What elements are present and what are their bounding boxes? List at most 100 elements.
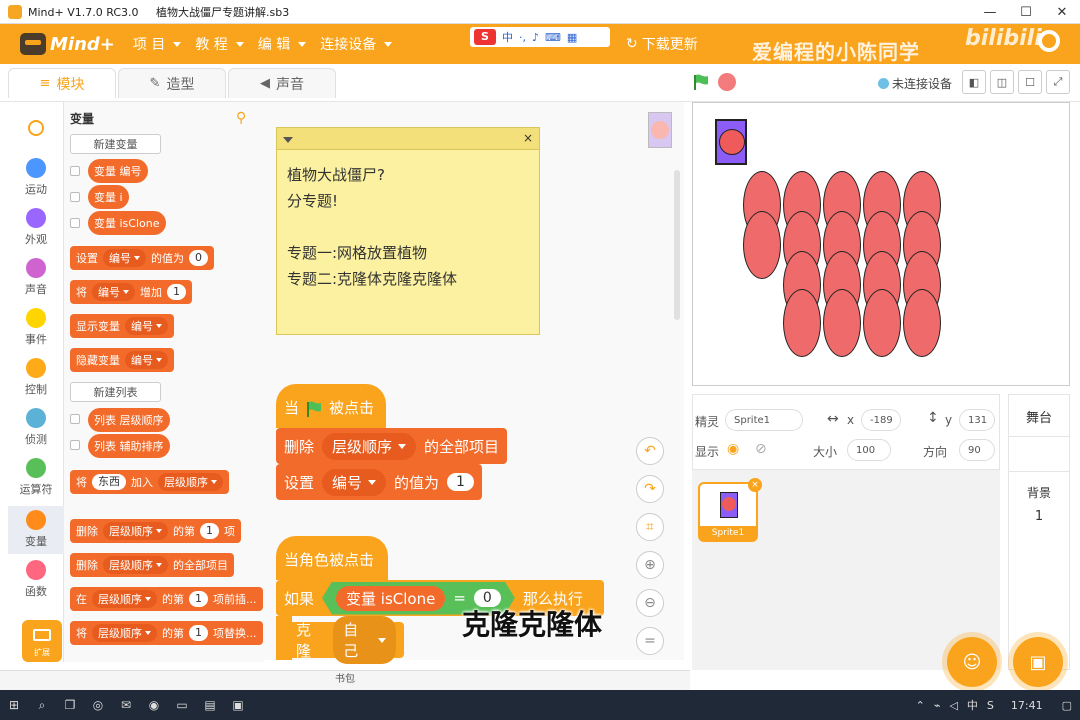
add-to-list-block[interactable]: 将东西 加入 层级顺序 [70,470,229,494]
pin-icon[interactable]: ⚲ [236,110,246,126]
direction-input[interactable]: 90 [959,439,995,461]
tab-blocks[interactable]: ≡ 模块 [8,68,116,98]
chrome-icon[interactable]: ◉ [140,690,168,720]
normal-stage-icon[interactable]: ◫ [990,70,1014,94]
variable-reporter[interactable]: 变量 isClone [88,211,166,235]
menu-project[interactable]: 项 目 [133,34,182,54]
checkbox[interactable] [70,440,80,450]
blocks-icon: ≡ [39,76,51,91]
delete-all-items-block[interactable]: 删除 层级顺序 的全部项目 [276,428,508,464]
robot-logo-icon [20,33,46,55]
ime-indicator[interactable]: 中 [967,697,978,713]
variable-reporter[interactable]: 变量 编号 [88,159,148,183]
category-looks[interactable]: 外观 [8,208,64,256]
show-variable-block[interactable]: 显示变量 编号 [70,314,174,338]
redo-icon[interactable]: ↷ [636,475,664,503]
sogou-tray-icon[interactable]: S [987,699,994,712]
replace-item-block[interactable]: 将层级顺序 的第 1 项替换... [70,621,263,645]
set-variable-block[interactable]: 设置 编号 的值为 1 [276,464,482,500]
app-icon[interactable]: ◎ [84,690,112,720]
eye-hidden-icon[interactable]: ⊘ [755,441,767,457]
checkbox[interactable] [70,192,80,202]
variable-reporter[interactable]: 变量 i [88,185,129,209]
tab-sounds[interactable]: ◀ 声音 [228,68,336,98]
clone-block[interactable]: 克隆 自己 [288,616,404,664]
category-variables[interactable]: 变量 [8,506,64,554]
category-sensing[interactable]: 侦测 [8,408,64,456]
crop-icon[interactable]: ⌗ [636,513,664,541]
extensions-button[interactable]: 扩展 [22,620,62,662]
menu-connect-device[interactable]: 连接设备 [320,34,393,54]
green-flag-icon[interactable] [692,73,710,91]
speaker-icon[interactable]: ◁ [949,699,957,712]
search-icon[interactable]: ⌕ [28,690,56,720]
close-icon[interactable]: × [523,131,533,145]
size-input[interactable]: 100 [847,439,891,461]
workspace-scrollbar[interactable] [674,170,680,320]
close-button[interactable]: ✕ [1044,0,1080,24]
stage-selector[interactable]: 舞台 背景 1 [1008,394,1070,670]
stage-canvas[interactable] [692,102,1070,386]
wechat-icon[interactable]: ✉ [112,690,140,720]
hide-variable-block[interactable]: 隐藏变量 编号 [70,348,174,372]
minimize-button[interactable]: — [972,0,1008,24]
fullscreen-icon[interactable]: ⤢ [1046,70,1070,94]
sprite-costume[interactable] [715,119,747,165]
chevron-up-icon[interactable]: ⌃ [916,699,925,712]
clock[interactable]: 17:41 [1011,699,1043,712]
gear-icon[interactable] [1038,30,1060,52]
insert-item-block[interactable]: 在层级顺序 的第 1 项前插... [70,587,263,611]
folder-icon[interactable]: ▭ [168,690,196,720]
task-view-icon[interactable]: ❐ [56,690,84,720]
network-icon[interactable]: ⌁ [934,699,941,712]
menu-tutorial[interactable]: 教 程 [195,34,244,54]
category-operators[interactable]: 运算符 [8,458,64,506]
delete-icon[interactable]: × [748,478,762,492]
change-variable-block[interactable]: 将编号 增加 1 [70,280,192,304]
zoom-out-icon[interactable]: ⊖ [636,589,664,617]
x-input[interactable]: -189 [861,409,901,431]
zoom-in-icon[interactable]: ⊕ [636,551,664,579]
small-stage-icon[interactable]: ◧ [962,70,986,94]
download-update-button[interactable]: 下载更新 [642,34,698,54]
backpack-bar[interactable]: 书包 [0,670,690,690]
undo-icon[interactable]: ↶ [636,437,664,465]
menu-edit[interactable]: 编 辑 [258,34,307,54]
large-stage-icon[interactable]: ☐ [1018,70,1042,94]
collapse-icon[interactable] [283,137,293,143]
sprite-card[interactable]: × Sprite1 [698,478,762,542]
stop-icon[interactable] [718,73,736,91]
checkbox[interactable] [70,414,80,424]
category-control[interactable]: 控制 [8,358,64,406]
windows-start-icon[interactable]: ⊞ [0,690,28,720]
set-variable-block[interactable]: 设置 编号 的值为 0 [70,246,214,270]
maximize-button[interactable]: ☐ [1008,0,1044,24]
checkbox[interactable] [70,166,80,176]
list-reporter[interactable]: 列表 辅助排序 [88,434,170,458]
app-icon[interactable]: ▤ [196,690,224,720]
category-events[interactable]: 事件 [8,308,64,356]
tab-costumes[interactable]: ✎ 造型 [118,68,226,98]
add-backdrop-button[interactable]: ▣ [1013,637,1063,687]
new-list-button[interactable]: 新建列表 [70,382,161,402]
category-motion[interactable]: 运动 [8,158,64,206]
search-icon[interactable] [28,120,44,136]
sprite-name-input[interactable]: Sprite1 [725,409,803,431]
add-sprite-button[interactable]: ☺ [947,637,997,687]
category-sound[interactable]: 声音 [8,258,64,306]
when-sprite-clicked-block[interactable]: 当角色被点击 [276,536,388,580]
category-functions[interactable]: 函数 [8,560,64,608]
zoom-reset-icon[interactable]: = [636,627,664,655]
list-reporter[interactable]: 列表 层级顺序 [88,408,170,432]
comment-note[interactable]: × 植物大战僵尸? 分专题! 专题一:网格放置植物 专题二:克隆体克隆克隆体 [276,127,540,335]
when-flag-clicked-block[interactable]: 当 被点击 [276,384,386,428]
delete-item-block[interactable]: 删除 层级顺序 的第 1 项 [70,519,241,543]
ime-toolbar[interactable]: S 中 ·, ♪ ⌨ ▦ [470,27,610,47]
y-input[interactable]: 131 [959,409,995,431]
notification-icon[interactable]: ▢ [1062,699,1072,712]
new-variable-button[interactable]: 新建变量 [70,134,161,154]
checkbox[interactable] [70,218,80,228]
mindplus-taskbar-icon[interactable]: ▣ [224,690,252,720]
eye-icon[interactable]: ◉ [727,441,739,457]
delete-all-block[interactable]: 删除 层级顺序 的全部项目 [70,553,234,577]
